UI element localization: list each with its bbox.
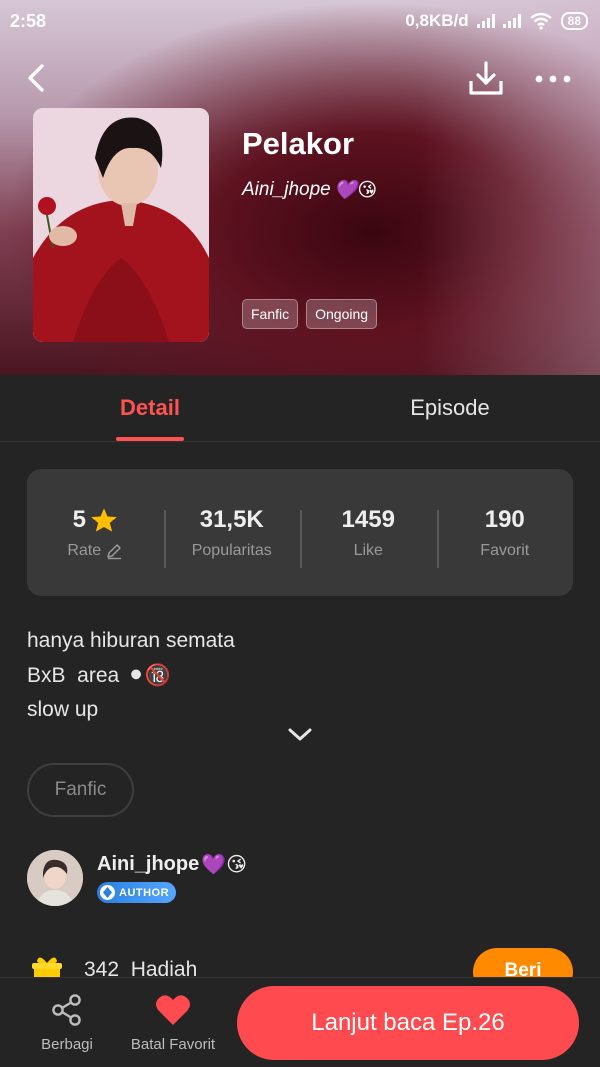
- cover-illustration: [33, 108, 209, 342]
- gift-count: 342 Hadiah: [84, 958, 198, 977]
- description-line-2-emoji: ⚫🔞: [127, 663, 171, 687]
- bottom-action-bar: Berbagi Batal Favorit Lanjut baca Ep.26: [0, 977, 600, 1067]
- stat-popularity: 31,5K Popularitas: [163, 505, 301, 568]
- battery-icon: 88: [560, 12, 588, 30]
- continue-reading-button[interactable]: Lanjut baca Ep.26: [237, 986, 579, 1060]
- unfavorite-label: Batal Favorit: [130, 1036, 216, 1053]
- book-tags: Fanfic Ongoing: [242, 299, 378, 329]
- tag-fanfic: Fanfic: [242, 299, 299, 329]
- rate-value: 5: [72, 505, 86, 533]
- status-indicators: 0,8KB/d 88: [405, 11, 588, 31]
- share-label: Berbagi: [41, 1036, 93, 1053]
- status-bar: 2:58 0,8KB/d 88: [0, 0, 600, 42]
- description-line-2: BxB area ⚫🔞: [27, 659, 235, 694]
- wifi-icon: [529, 12, 552, 30]
- description-line-1: hanya hiburan semata: [27, 629, 235, 652]
- stat-favorite: 190 Favorit: [436, 505, 574, 568]
- popularity-value: 31,5K: [199, 505, 264, 533]
- signal-icon: [476, 14, 495, 28]
- description-line-3: slow up: [27, 698, 99, 721]
- author-name[interactable]: Aini_jhope 💜😘: [97, 852, 247, 877]
- share-icon: [52, 994, 81, 1026]
- rate-label: Rate: [67, 541, 102, 559]
- top-nav: [0, 55, 600, 103]
- author-avatar[interactable]: [27, 850, 83, 906]
- heart-icon: [156, 995, 190, 1025]
- genre-chip-fanfic[interactable]: Fanfic: [27, 763, 134, 817]
- favorite-value: 190: [484, 505, 525, 533]
- stat-like: 1459 Like: [300, 505, 437, 568]
- favorite-label: Favorit: [480, 541, 530, 559]
- rate-value-row: 5: [27, 506, 164, 534]
- book-description: hanya hiburan semata BxB area ⚫🔞 slow up: [27, 624, 235, 728]
- like-value: 1459: [341, 505, 395, 533]
- unfavorite-button[interactable]: Batal Favorit: [120, 992, 226, 1053]
- rate-label-row: Rate: [27, 542, 164, 560]
- star-icon: [91, 507, 117, 532]
- popularity-label: Popularitas: [191, 541, 272, 559]
- download-icon[interactable]: [466, 59, 506, 99]
- chevron-down-icon[interactable]: [286, 724, 314, 744]
- tab-active-indicator: [116, 437, 184, 441]
- author-badge-icon: [100, 885, 115, 900]
- stats-card: 5 Rate 31,5K Popularitas 1459 Like 190 F…: [27, 469, 573, 596]
- network-speed: 0,8KB/d: [405, 11, 469, 30]
- gift-icon: [32, 957, 62, 977]
- book-title: Pelakor: [242, 126, 355, 161]
- author-name-text: Aini_jhope: [97, 853, 200, 875]
- status-time: 2:58: [10, 10, 47, 31]
- author-badge-label: AUTHOR: [119, 886, 170, 899]
- tab-episode[interactable]: Episode: [300, 375, 600, 442]
- tab-detail[interactable]: Detail: [0, 375, 300, 442]
- author-name-emoji: 💜😘: [201, 854, 247, 876]
- book-author-emoji: 💜😘: [333, 180, 378, 201]
- give-gift-button[interactable]: Beri: [473, 948, 573, 977]
- author-badge: AUTHOR: [97, 882, 177, 903]
- more-horizontal-icon[interactable]: [533, 69, 573, 89]
- book-author[interactable]: Aini_jhope 💜😘: [242, 178, 377, 202]
- stat-rate[interactable]: 5 Rate: [27, 506, 164, 560]
- description-line-2-text: BxB area: [27, 663, 120, 687]
- book-author-name: Aini_jhope: [242, 179, 331, 200]
- like-label: Like: [353, 541, 383, 559]
- pencil-icon[interactable]: [105, 542, 123, 560]
- tab-bar: Detail Episode: [0, 375, 600, 442]
- tag-ongoing: Ongoing: [306, 299, 378, 329]
- gift-row: 342 Hadiah Beri: [0, 945, 600, 977]
- share-button[interactable]: Berbagi: [30, 992, 104, 1053]
- avatar-image: [27, 850, 83, 906]
- chevron-left-icon[interactable]: [20, 61, 54, 95]
- book-cover-image[interactable]: [33, 108, 209, 342]
- signal-icon-2: [502, 14, 521, 28]
